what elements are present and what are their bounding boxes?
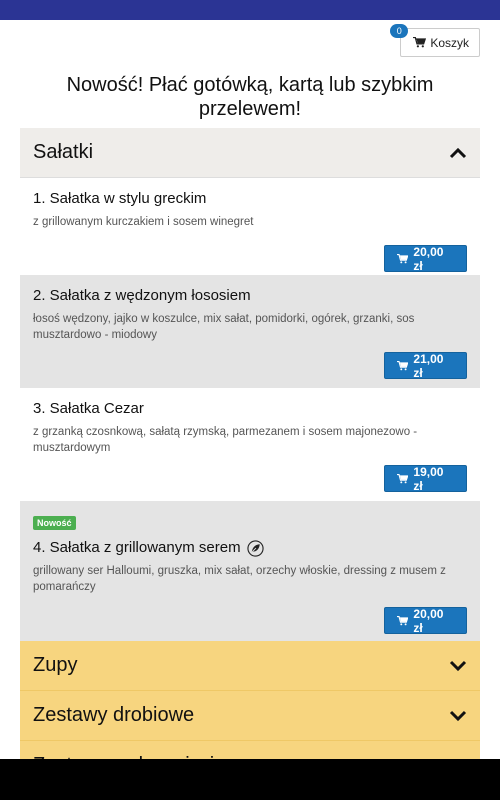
menu-item: 1. Sałatka w stylu greckim z grillowanym…	[20, 178, 480, 275]
add-to-cart-button[interactable]: 19,00 zł	[384, 464, 467, 493]
cart-count-badge: 0	[390, 24, 409, 38]
category-header-zestawy-drobiowe[interactable]: Zestawy drobiowe	[20, 691, 480, 741]
price-label: 20,00 zł	[413, 244, 444, 273]
price-label: 21,00 zł	[413, 351, 444, 380]
add-to-cart-button[interactable]: 20,00 zł	[384, 244, 467, 273]
cart-icon	[413, 37, 427, 48]
system-navigation-bar	[0, 759, 500, 800]
menu-item: Nowość 4. Sałatka z grillowanym serem gr…	[20, 501, 480, 641]
menu-item: 2. Sałatka z wędzonym łososiem łosoś węd…	[20, 275, 480, 388]
page-headline: Nowość! Płać gotówką, kartą lub szybkim …	[66, 74, 434, 120]
add-to-cart-button[interactable]: 21,00 zł	[384, 351, 467, 380]
cart-button[interactable]: Koszyk	[400, 28, 480, 57]
cart[interactable]: Koszyk 0	[390, 24, 480, 57]
item-title: 2. Sałatka z wędzonym łososiem	[33, 287, 251, 304]
menu-item: 3. Sałatka Cezar z grzanką czosnkową, sa…	[20, 388, 480, 501]
category-title: Sałatki	[33, 141, 94, 163]
add-to-cart-button[interactable]: 20,00 zł	[384, 606, 467, 635]
item-title-row: 4. Sałatka z grillowanym serem	[33, 539, 467, 557]
cart-icon	[397, 253, 409, 263]
leaf-icon	[246, 539, 264, 557]
menu-list: Sałatki 1. Sałatka w stylu greckim z gri…	[20, 128, 480, 791]
cart-label: Koszyk	[430, 35, 469, 50]
chevron-down-icon	[449, 660, 467, 671]
category-title: Zupy	[33, 654, 78, 676]
cart-icon	[397, 360, 409, 370]
item-description: z grzanką czosnkową, sałatą rzymską, par…	[33, 426, 418, 454]
category-header-zupy[interactable]: Zupy	[20, 641, 480, 691]
new-badge: Nowość	[33, 516, 76, 530]
cart-icon	[397, 473, 409, 483]
top-bar	[0, 0, 500, 20]
category-header-salatki[interactable]: Sałatki	[20, 128, 480, 178]
chevron-down-icon	[449, 710, 467, 721]
cart-icon	[397, 615, 409, 625]
item-title: 4. Sałatka z grillowanym serem	[33, 539, 241, 556]
item-description: grillowany ser Halloumi, gruszka, mix sa…	[33, 565, 446, 593]
item-title: 1. Sałatka w stylu greckim	[33, 190, 207, 207]
item-description: łosoś wędzony, jajko w koszulce, mix sał…	[33, 313, 415, 341]
item-description: z grillowanym kurczakiem i sosem winegre…	[33, 216, 254, 228]
item-title: 3. Sałatka Cezar	[33, 400, 144, 417]
chevron-up-icon	[449, 147, 467, 158]
category-title: Zestawy drobiowe	[33, 704, 195, 726]
price-label: 20,00 zł	[413, 606, 444, 635]
price-label: 19,00 zł	[413, 464, 444, 493]
